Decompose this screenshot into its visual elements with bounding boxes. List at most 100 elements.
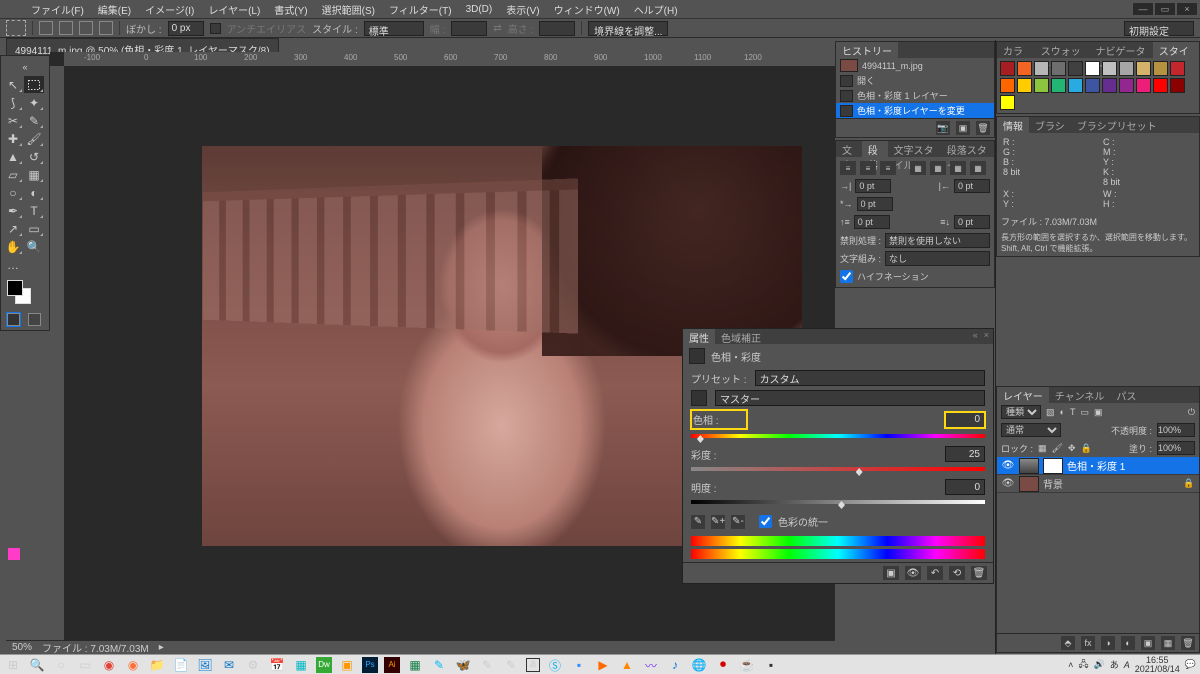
- outlook-icon[interactable]: ✉: [220, 657, 238, 673]
- menu-select[interactable]: 選択範囲(S): [315, 0, 382, 19]
- mask-thumb[interactable]: [1043, 458, 1063, 474]
- eyedropper-tool[interactable]: ✎: [24, 112, 44, 129]
- space-after-input[interactable]: [954, 215, 990, 229]
- lock-paint-icon[interactable]: 🖌: [1052, 443, 1063, 454]
- align-right-icon[interactable]: ≡: [880, 161, 896, 175]
- settings-icon[interactable]: ⚙: [244, 657, 262, 673]
- collapse-icon[interactable]: «: [973, 330, 978, 340]
- menu-window[interactable]: ウィンドウ(W): [547, 0, 627, 19]
- swatch[interactable]: [1034, 61, 1049, 76]
- trash-icon[interactable]: 🗑: [971, 566, 987, 580]
- mask-icon[interactable]: ◑: [1101, 636, 1115, 650]
- layer-name[interactable]: 背景: [1043, 476, 1063, 491]
- tab-navigator[interactable]: ナビゲーター: [1089, 42, 1152, 58]
- indent-first-input[interactable]: [857, 197, 893, 211]
- pen-tool[interactable]: ✒: [3, 202, 23, 219]
- style-select[interactable]: 標準: [364, 21, 424, 36]
- skype-icon[interactable]: Ⓢ: [546, 657, 564, 673]
- collapse-icon[interactable]: «: [3, 58, 47, 75]
- history-file[interactable]: 4994111_m.jpg: [836, 58, 994, 73]
- kumi-select[interactable]: なし: [885, 251, 990, 266]
- media-icon[interactable]: ▶: [594, 657, 612, 673]
- kinsoku-select[interactable]: 禁則を使用しない: [885, 233, 990, 248]
- music-icon[interactable]: ♪: [666, 657, 684, 673]
- layer-filter-select[interactable]: 種類: [1001, 405, 1041, 419]
- sublime-icon[interactable]: ▣: [338, 657, 356, 673]
- group-icon[interactable]: ▣: [1141, 636, 1155, 650]
- lasso-tool[interactable]: ⟆: [3, 94, 23, 111]
- maximize-button[interactable]: ▭: [1154, 2, 1176, 16]
- tab-character[interactable]: 文字: [836, 141, 862, 157]
- clip-icon[interactable]: ▣: [883, 566, 899, 580]
- tab-paths[interactable]: パス: [1110, 387, 1142, 403]
- app-icon[interactable]: ▦: [292, 657, 310, 673]
- gradient-tool[interactable]: ▦: [24, 166, 44, 183]
- zoom-tool[interactable]: 🔍: [24, 238, 44, 255]
- new-icon[interactable]: ▣: [956, 121, 970, 135]
- stamp-tool[interactable]: ▲: [3, 148, 23, 165]
- search-icon[interactable]: 🔍: [28, 657, 46, 673]
- doc-size[interactable]: ファイル : 7.03M/7.03M: [42, 640, 149, 655]
- app-icon[interactable]: ✎: [430, 657, 448, 673]
- eyedropper-add-icon[interactable]: ✎+: [711, 515, 725, 529]
- dreamweaver-icon[interactable]: Dw: [316, 657, 332, 673]
- menu-image[interactable]: イメージ(I): [138, 0, 201, 19]
- eye-icon[interactable]: 👁: [905, 566, 921, 580]
- crop-tool[interactable]: ✂: [3, 112, 23, 129]
- fx-icon[interactable]: fx: [1081, 636, 1095, 650]
- history-item[interactable]: 色相・彩度 1 レイヤー: [836, 88, 994, 103]
- history-item[interactable]: 開く: [836, 73, 994, 88]
- indent-right-input[interactable]: [954, 179, 990, 193]
- layer-row[interactable]: 👁 背景 🔒: [997, 475, 1199, 493]
- swatch[interactable]: [1119, 78, 1134, 93]
- eyedropper-sub-icon[interactable]: ✎-: [731, 515, 745, 529]
- app-icon[interactable]: ✎: [478, 657, 496, 673]
- app-icon[interactable]: ✎: [502, 657, 520, 673]
- hue-slider[interactable]: [691, 434, 985, 444]
- menu-view[interactable]: 表示(V): [499, 0, 546, 19]
- reset-icon[interactable]: ⟲: [949, 566, 965, 580]
- explorer-icon[interactable]: 📁: [148, 657, 166, 673]
- swatch[interactable]: [1068, 78, 1083, 93]
- tab-color-correction[interactable]: 色域補正: [715, 329, 767, 344]
- history-item[interactable]: 色相・彩度レイヤーを変更: [836, 103, 994, 118]
- more-tool[interactable]: …: [3, 256, 23, 273]
- zoom-icon[interactable]: ▪: [570, 657, 588, 673]
- volume-icon[interactable]: 🔊: [1093, 659, 1104, 670]
- tab-properties[interactable]: 属性: [683, 329, 715, 344]
- history-brush-tool[interactable]: ↺: [24, 148, 44, 165]
- marquee-tool[interactable]: [24, 76, 44, 93]
- reset-prev-icon[interactable]: ↶: [927, 566, 943, 580]
- feather-input[interactable]: [168, 21, 204, 36]
- align-left-icon[interactable]: ≡: [840, 161, 856, 175]
- adjustment-icon[interactable]: ◐: [1121, 636, 1135, 650]
- lock-transparent-icon[interactable]: ▦: [1038, 443, 1047, 454]
- justify-all-icon[interactable]: ▦: [970, 161, 986, 175]
- swatch[interactable]: [1153, 61, 1168, 76]
- space-before-input[interactable]: [854, 215, 890, 229]
- hue-input[interactable]: [945, 412, 985, 428]
- standard-mode-button[interactable]: [3, 311, 23, 328]
- tab-history[interactable]: ヒストリー: [836, 42, 898, 58]
- menu-file[interactable]: ファイル(F): [24, 0, 91, 19]
- chevron-right-icon[interactable]: ▸: [159, 642, 164, 653]
- lock-all-icon[interactable]: 🔒: [1081, 443, 1092, 454]
- app-icon[interactable]: 〰: [642, 657, 660, 673]
- targeted-adjustment-icon[interactable]: [691, 390, 707, 406]
- ime-icon[interactable]: あ: [1110, 658, 1119, 671]
- lig-input[interactable]: [945, 479, 985, 495]
- menu-help[interactable]: ヘルプ(H): [627, 0, 685, 19]
- sat-input[interactable]: [945, 446, 985, 462]
- marquee-mode-add-icon[interactable]: [59, 21, 73, 35]
- opacity-input[interactable]: [1157, 423, 1195, 437]
- justify-right-icon[interactable]: ▦: [950, 161, 966, 175]
- swatch[interactable]: [1000, 61, 1015, 76]
- tab-paragraph[interactable]: 段落: [862, 141, 888, 157]
- justify-left-icon[interactable]: ▦: [910, 161, 926, 175]
- filter-toggle[interactable]: ⏻: [1188, 407, 1195, 418]
- healing-tool[interactable]: ✚: [3, 130, 23, 147]
- camera-icon[interactable]: 📷: [936, 121, 950, 135]
- butterfly-icon[interactable]: 🦋: [454, 657, 472, 673]
- layer-row[interactable]: 👁 色相・彩度 1: [997, 457, 1199, 475]
- swatch[interactable]: [1102, 78, 1117, 93]
